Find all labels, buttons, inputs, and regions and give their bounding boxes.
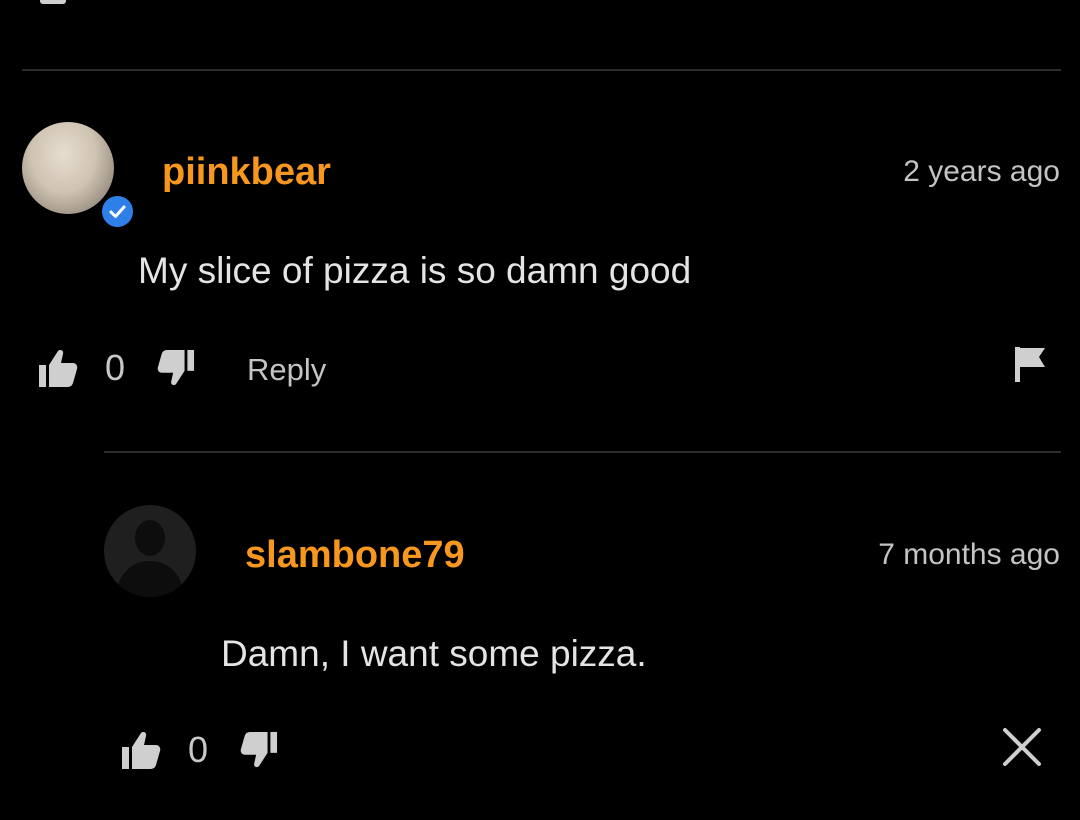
default-avatar-icon: [116, 520, 184, 597]
avatar[interactable]: [104, 505, 196, 597]
avatar[interactable]: [22, 122, 114, 214]
thumbs-down-icon[interactable]: [157, 349, 195, 387]
like-count: 0: [105, 347, 126, 388]
comment-text: Damn, I want some pizza.: [221, 633, 647, 674]
divider: [104, 451, 1061, 453]
username[interactable]: slambone79: [245, 533, 465, 577]
thumbs-down-icon[interactable]: [240, 731, 278, 769]
checkmark-icon: [109, 205, 126, 218]
verified-badge: [99, 193, 136, 230]
reply-button[interactable]: Reply: [247, 351, 326, 389]
like-count: 0: [188, 729, 209, 770]
thumbs-up-icon[interactable]: [121, 730, 161, 770]
previous-comment-actions: [22, 0, 322, 6]
flag-icon[interactable]: [1013, 345, 1047, 383]
divider: [22, 69, 1061, 71]
thumbs-up-icon[interactable]: [40, 0, 66, 4]
comment-timestamp: 2 years ago: [903, 155, 1060, 188]
comment-timestamp: 7 months ago: [878, 538, 1060, 571]
thumbs-up-icon[interactable]: [38, 348, 78, 388]
username[interactable]: piinkbear: [162, 150, 331, 194]
comment-text: My slice of pizza is so damn good: [138, 250, 692, 291]
comments-section: piinkbear 2 years ago My slice of pizza …: [0, 0, 1080, 820]
close-icon[interactable]: [1002, 727, 1042, 767]
